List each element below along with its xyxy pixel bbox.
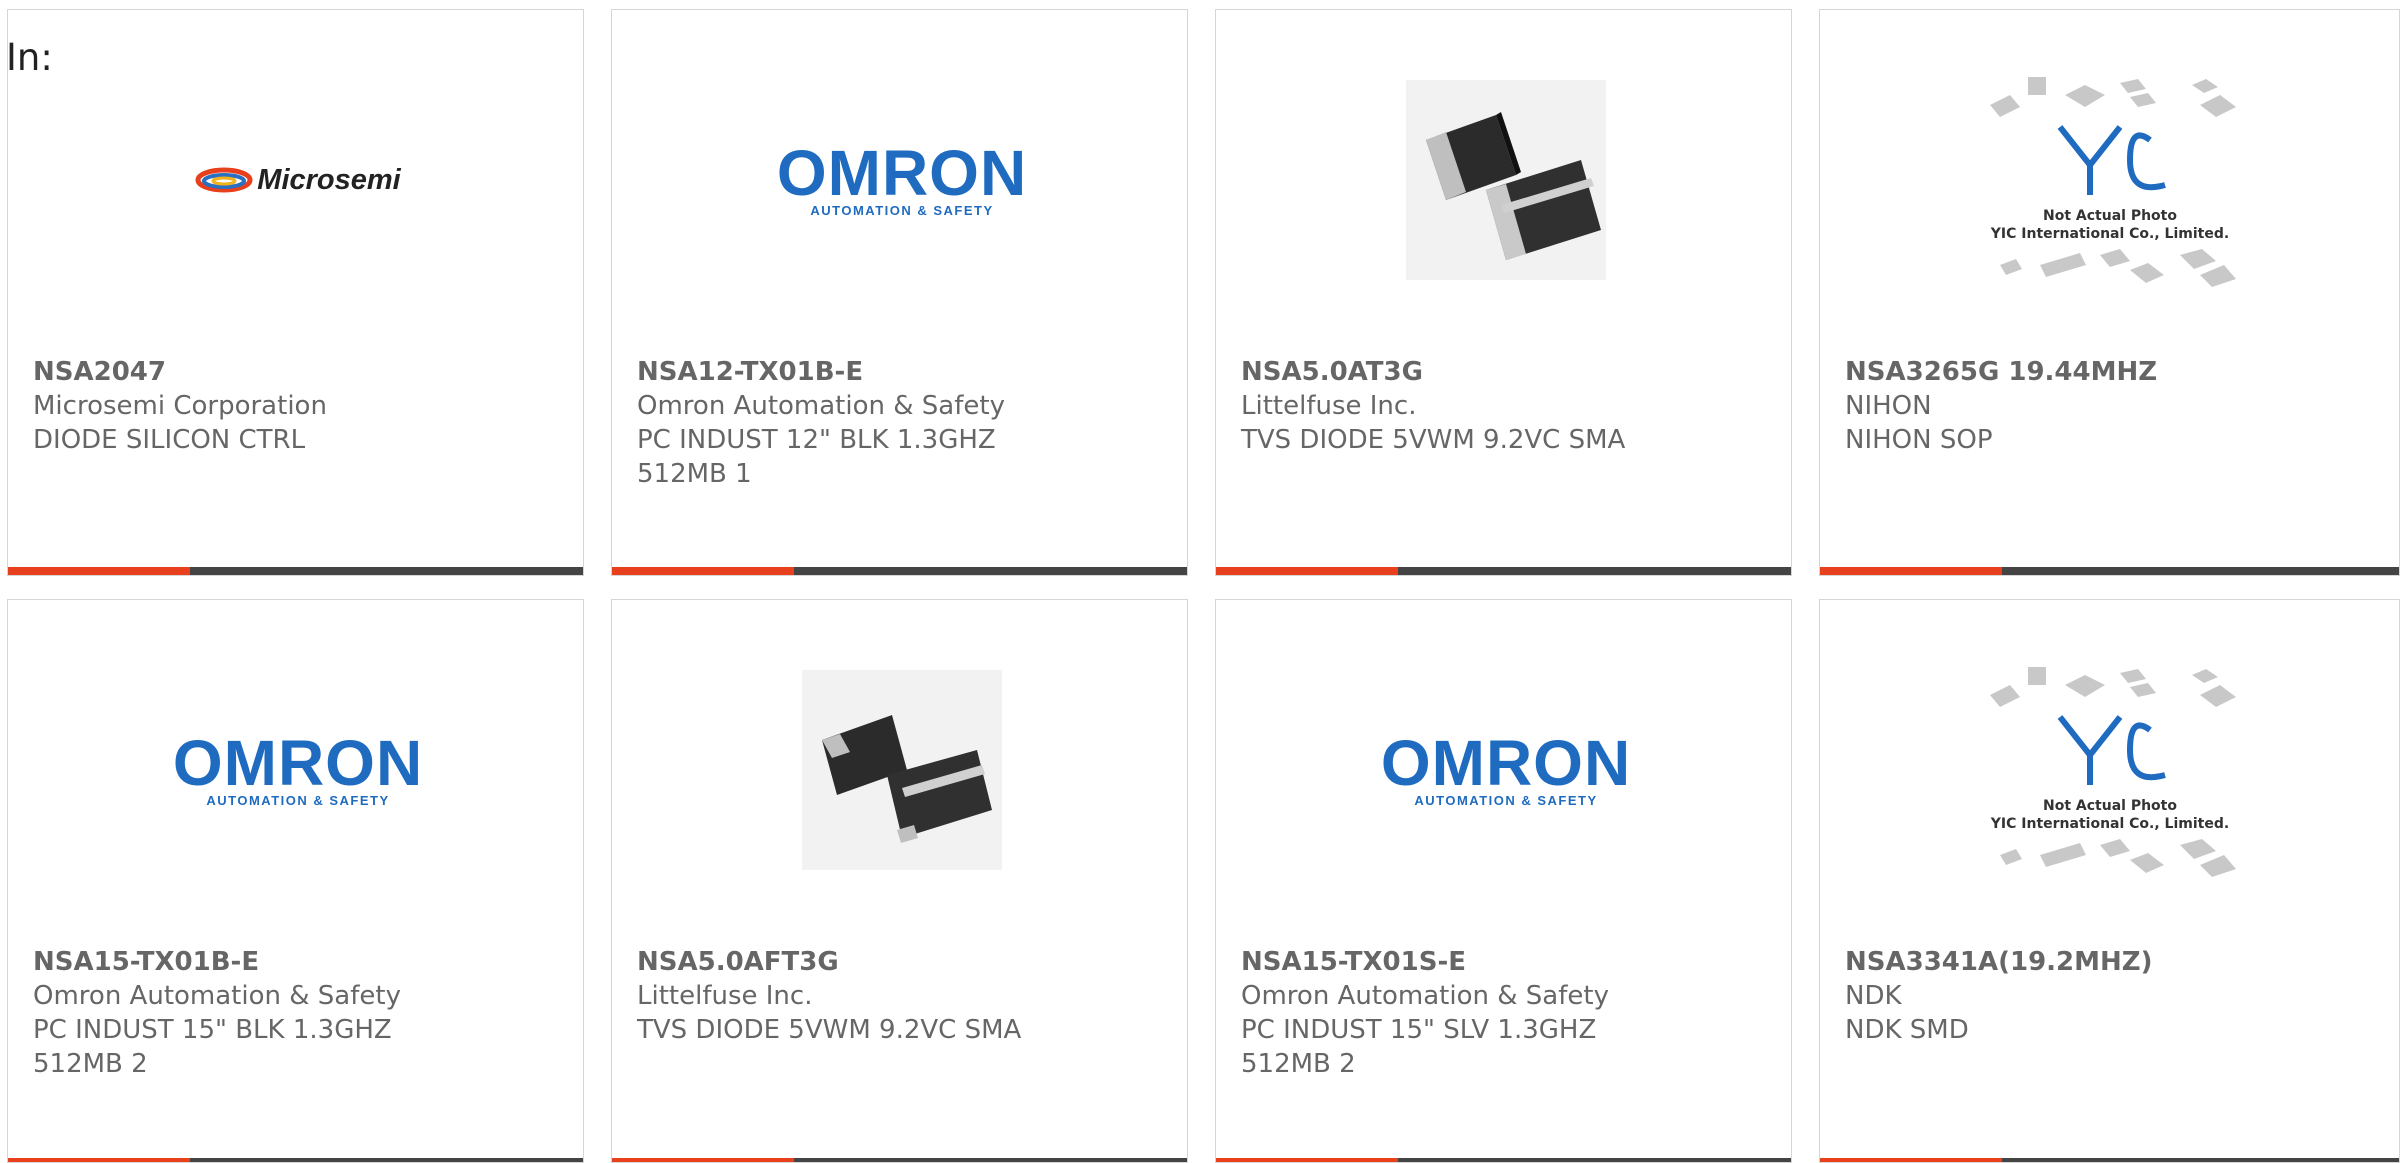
product-info: NSA15-TX01B-E Omron Automation & Safety … (33, 945, 563, 1081)
product-image[interactable]: Not Actual Photo YIC International Co., … (1980, 65, 2240, 305)
yic-placeholder-icon: Not Actual Photo YIC International Co., … (1980, 655, 2240, 895)
footer-bar (2002, 1158, 2399, 1162)
footer-bar (794, 567, 1187, 575)
part-number[interactable]: NSA2047 (33, 355, 563, 389)
product-card-nsa15-tx01b-e[interactable]: OMRON AUTOMATION & SAFETY NSA15-TX01B-E … (7, 599, 584, 1163)
omron-logo-icon: OMRON AUTOMATION & SAFETY (1380, 726, 1632, 808)
part-number[interactable]: NSA5.0AFT3G (637, 945, 1167, 979)
accent-bar (8, 567, 190, 575)
manufacturer: Omron Automation & Safety (33, 981, 401, 1011)
product-image[interactable]: OMRON AUTOMATION & SAFETY (1381, 670, 1630, 870)
product-image[interactable]: OMRON AUTOMATION & SAFETY (173, 670, 422, 870)
accent-bar (612, 567, 794, 575)
product-info: NSA3341A(19.2MHZ) NDK NDK SMD (1845, 945, 2379, 1047)
footer-bar (2002, 567, 2399, 575)
description: DIODE SILICON CTRL (33, 425, 306, 455)
product-image[interactable] (802, 670, 1002, 870)
description: NDK SMD (1845, 1015, 1969, 1045)
product-info: NSA15-TX01S-E Omron Automation & Safety … (1241, 945, 1771, 1081)
omron-logo-icon: OMRON AUTOMATION & SAFETY (172, 726, 424, 808)
product-image[interactable]: Microsemi (195, 80, 401, 280)
part-number[interactable]: NSA12-TX01B-E (637, 355, 1167, 389)
part-number[interactable]: NSA3341A(19.2MHZ) (1845, 945, 2379, 979)
description: PC INDUST 15" BLK 1.3GHZ 512MB 2 (33, 1015, 392, 1079)
manufacturer: Microsemi Corporation (33, 391, 327, 421)
yic-placeholder-icon: Not Actual Photo YIC International Co., … (1980, 65, 2240, 305)
results-prefix: In: (6, 36, 53, 79)
accent-bar (1820, 567, 2002, 575)
product-info: NSA5.0AT3G Littelfuse Inc. TVS DIODE 5VW… (1241, 355, 1771, 457)
footer-bar (1398, 567, 1791, 575)
omron-logo-icon: OMRON AUTOMATION & SAFETY (776, 136, 1028, 218)
manufacturer: Littelfuse Inc. (1241, 391, 1417, 421)
product-card-nsa3341a[interactable]: Not Actual Photo YIC International Co., … (1819, 599, 2400, 1163)
diode-photo-icon (1406, 80, 1606, 280)
svg-text:YIC International Co., Limited: YIC International Co., Limited. (1990, 816, 2229, 832)
accent-bar (1820, 1158, 2002, 1162)
manufacturer: Littelfuse Inc. (637, 981, 813, 1011)
diode-photo-icon (802, 670, 1002, 870)
svg-text:Not Actual Photo: Not Actual Photo (2043, 208, 2177, 224)
svg-text:Not Actual Photo: Not Actual Photo (2043, 798, 2177, 814)
accent-bar (1216, 1158, 1398, 1162)
svg-text:YIC International Co., Limited: YIC International Co., Limited. (1990, 226, 2229, 242)
description: NIHON SOP (1845, 425, 1993, 455)
manufacturer: NDK (1845, 981, 1902, 1011)
accent-bar (8, 1158, 190, 1162)
product-info: NSA12-TX01B-E Omron Automation & Safety … (637, 355, 1167, 491)
product-card-nsa3265g[interactable]: Not Actual Photo YIC International Co., … (1819, 9, 2400, 576)
description: TVS DIODE 5VWM 9.2VC SMA (1241, 425, 1626, 455)
manufacturer: NIHON (1845, 391, 1932, 421)
product-image[interactable]: Not Actual Photo YIC International Co., … (1980, 655, 2240, 895)
description: PC INDUST 15" SLV 1.3GHZ 512MB 2 (1241, 1015, 1597, 1079)
product-card-nsa2047[interactable]: Microsemi NSA2047 Microsemi Corporation … (7, 9, 584, 576)
product-image[interactable] (1406, 80, 1606, 280)
accent-bar (1216, 567, 1398, 575)
part-number[interactable]: NSA5.0AT3G (1241, 355, 1771, 389)
footer-bar (794, 1158, 1187, 1162)
part-number[interactable]: NSA15-TX01S-E (1241, 945, 1771, 979)
microsemi-logo-icon: Microsemi (195, 163, 401, 197)
footer-bar (1398, 1158, 1791, 1162)
product-card-nsa12-tx01b-e[interactable]: OMRON AUTOMATION & SAFETY NSA12-TX01B-E … (611, 9, 1188, 576)
product-image[interactable]: OMRON AUTOMATION & SAFETY (777, 80, 1026, 280)
footer-bar (190, 1158, 583, 1162)
footer-bar (190, 567, 583, 575)
product-card-nsa15-tx01s-e[interactable]: OMRON AUTOMATION & SAFETY NSA15-TX01S-E … (1215, 599, 1792, 1163)
part-number[interactable]: NSA15-TX01B-E (33, 945, 563, 979)
product-info: NSA5.0AFT3G Littelfuse Inc. TVS DIODE 5V… (637, 945, 1167, 1047)
manufacturer: Omron Automation & Safety (1241, 981, 1609, 1011)
accent-bar (612, 1158, 794, 1162)
part-number[interactable]: NSA3265G 19.44MHZ (1845, 355, 2379, 389)
manufacturer: Omron Automation & Safety (637, 391, 1005, 421)
product-info: NSA3265G 19.44MHZ NIHON NIHON SOP (1845, 355, 2379, 457)
product-card-nsa5-0aft3g[interactable]: NSA5.0AFT3G Littelfuse Inc. TVS DIODE 5V… (611, 599, 1188, 1163)
description: TVS DIODE 5VWM 9.2VC SMA (637, 1015, 1022, 1045)
description: PC INDUST 12" BLK 1.3GHZ 512MB 1 (637, 425, 996, 489)
product-info: NSA2047 Microsemi Corporation DIODE SILI… (33, 355, 563, 457)
product-card-nsa5-0at3g[interactable]: NSA5.0AT3G Littelfuse Inc. TVS DIODE 5VW… (1215, 9, 1792, 576)
